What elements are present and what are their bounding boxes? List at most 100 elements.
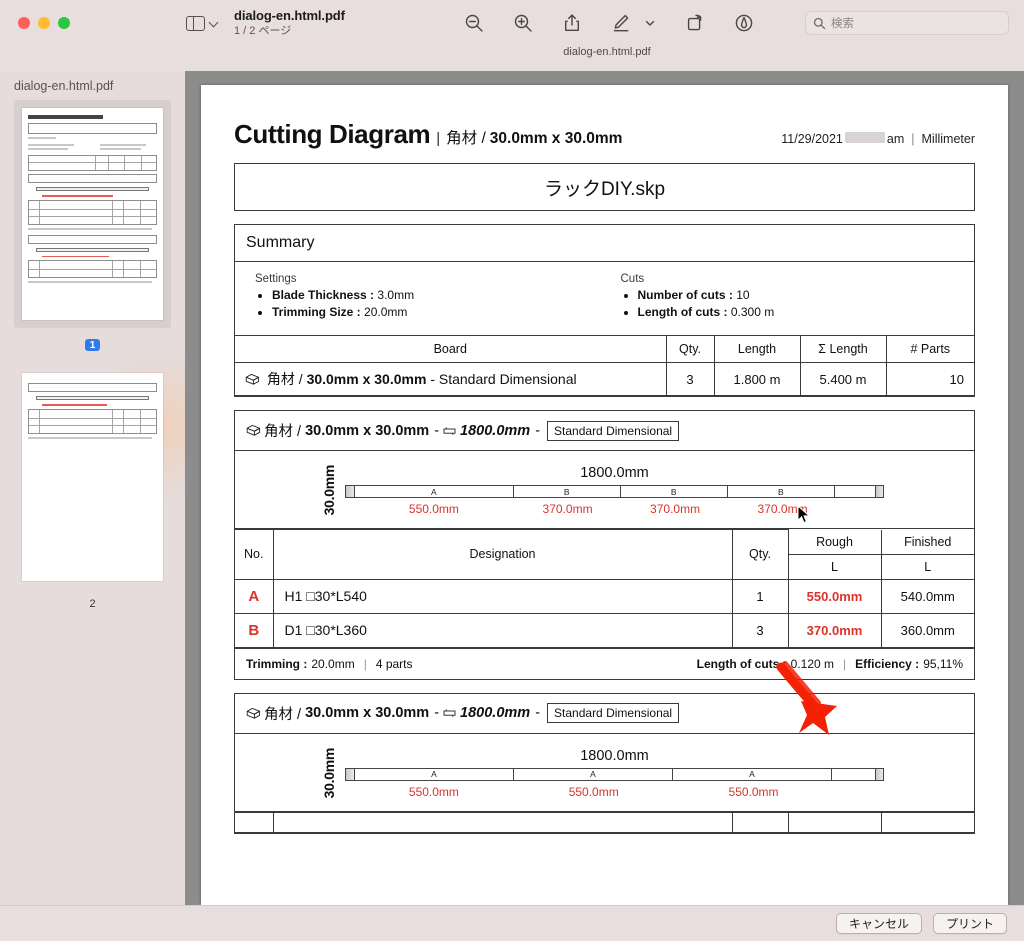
- setting-label: Blade Thickness :: [272, 288, 375, 302]
- sidebar-toggle-button[interactable]: [186, 15, 218, 31]
- parts-table-2: [235, 811, 974, 833]
- document-file-name: dialog-en.html.pdf: [234, 7, 345, 23]
- share-icon[interactable]: [561, 12, 583, 34]
- bar-segment: B: [513, 486, 621, 497]
- window-subtitle: dialog-en.html.pdf: [563, 46, 651, 58]
- thumbnail-page-number: 1: [84, 339, 101, 351]
- column-header-parts: # Parts: [885, 335, 974, 363]
- column-header-board: Board: [235, 335, 667, 363]
- minimize-window-button[interactable]: [38, 17, 50, 29]
- part-no-cell: A: [235, 578, 274, 614]
- zoom-out-icon[interactable]: [463, 12, 485, 34]
- segment-letter: A: [431, 486, 437, 497]
- bar-segment: B: [620, 486, 728, 497]
- search-input[interactable]: 検索: [805, 11, 1009, 35]
- parts-table-1: No. Designation Qty. Rough Finished L L …: [235, 529, 974, 648]
- part-no-cell: B: [235, 612, 274, 648]
- column-subheader-rough-l: L: [787, 553, 882, 580]
- pdf-viewport[interactable]: Cutting Diagram | 角材 / 30.0mm x 30.0mm 1…: [185, 71, 1024, 905]
- part-qty-cell: 3: [731, 612, 789, 648]
- toolbar-icon-group: [463, 12, 755, 34]
- zoom-in-icon[interactable]: [512, 12, 534, 34]
- board-name-cell: 角材 / 30.0mm x 30.0mm - Standard Dimensio…: [235, 362, 667, 396]
- maximize-window-button[interactable]: [58, 17, 70, 29]
- document-date: 11/29/2021: [781, 132, 843, 146]
- markup-pen-icon[interactable]: [610, 12, 632, 34]
- settings-heading: Settings: [255, 273, 297, 285]
- summary-settings-column: Settings Blade Thickness : 3.0mm Trimmin…: [235, 273, 609, 322]
- summary-cuts-column: Cuts Number of cuts : 10 Length of cuts …: [609, 273, 975, 322]
- segment-letter: B: [563, 486, 570, 497]
- segment-length-label: 550.0mm: [408, 784, 459, 799]
- section-dash: -: [535, 705, 541, 721]
- print-button[interactable]: プリント: [932, 913, 1007, 934]
- window-subtitle-bar: dialog-en.html.pdf: [0, 46, 1024, 71]
- annotate-icon[interactable]: [733, 12, 755, 34]
- board-parts-cell: 10: [885, 362, 974, 396]
- cancel-button[interactable]: キャンセル: [835, 913, 922, 934]
- segment-letter: A: [431, 769, 437, 779]
- cutting-section-header: 角材 / 30.0mm x 30.0mm - 1800.0mm - Standa…: [235, 694, 974, 734]
- dialog-footer: キャンセル プリント: [0, 905, 1024, 941]
- part-rough-cell: 550.0mm: [787, 578, 882, 614]
- thumbnail-item-1[interactable]: 1: [0, 100, 185, 353]
- search-placeholder: 検索: [831, 18, 854, 30]
- column-header-designation: Designation: [272, 529, 733, 580]
- column-header-designation: [272, 811, 733, 833]
- setting-value: 20.0mm: [364, 305, 408, 319]
- column-header-qty: Qty.: [665, 335, 715, 363]
- segment-length-label: 370.0mm: [757, 502, 808, 516]
- pdf-preview-window: dialog-en.html.pdf 1 / 2 ページ 検索 dialog-e…: [0, 0, 1024, 941]
- search-icon: [813, 17, 826, 30]
- diagram-inner: 30.0mm 1800.0mm A A A 550.0mm 550.0mm 55…: [235, 748, 974, 799]
- board-material: 角材 /: [266, 371, 303, 387]
- thumbnail-page-preview: [22, 373, 163, 581]
- bar-offcut: [831, 768, 876, 780]
- part-finished-cell: 360.0mm: [880, 612, 974, 648]
- board-summary-table: Board Qty. Length Σ Length # Parts 角材 / …: [235, 335, 974, 396]
- bar-trim-right: [876, 486, 883, 497]
- cutting-section-header: 角材 / 30.0mm x 30.0mm - 1800.0mm - Standa…: [235, 411, 974, 451]
- column-header-no: No.: [235, 529, 274, 580]
- cutting-diagram-1: 30.0mm 1800.0mm A B B B 550.0mm 370.0mm …: [235, 451, 974, 529]
- summary-panel: Summary Settings Blade Thickness : 3.0mm…: [234, 224, 975, 397]
- thumbnail-item-2[interactable]: 2: [0, 365, 185, 612]
- diagram-inner: 30.0mm 1800.0mm A B B B 550.0mm 370.0mm …: [235, 465, 974, 516]
- footer-divider: |: [843, 656, 847, 671]
- section-dimensions: 30.0mm x 30.0mm: [305, 422, 430, 439]
- traffic-light-group: [18, 17, 170, 29]
- column-header-qty: Qty.: [731, 529, 789, 580]
- section-dash: -: [535, 422, 541, 439]
- column-header-sum-length: Σ Length: [799, 335, 887, 363]
- chevron-down-icon: [209, 19, 218, 28]
- bar-segment: A: [355, 768, 514, 780]
- board-bar: A B B B: [345, 485, 884, 498]
- section-material: 角材 /: [264, 706, 302, 723]
- section-material: 角材 /: [264, 424, 302, 440]
- column-header-rough: Rough: [787, 529, 882, 555]
- board-length-icon: [443, 426, 456, 436]
- column-header-qty: [731, 811, 789, 833]
- table-header-row: Board Qty. Length Σ Length # Parts: [235, 335, 974, 363]
- bar-segment: A: [355, 486, 514, 497]
- close-window-button[interactable]: [18, 17, 30, 29]
- diagram-labels: 550.0mm 370.0mm 370.0mm 370.0mm: [345, 502, 884, 516]
- markup-chevron-down-icon[interactable]: [643, 12, 657, 34]
- diagram-main: 1800.0mm A B B B 550.0mm 370.0mm 370.0mm…: [345, 465, 884, 516]
- table-header-row: [235, 811, 974, 833]
- thumbnail-page-number: 2: [89, 598, 96, 610]
- table-row: 角材 / 30.0mm x 30.0mm - Standard Dimensio…: [235, 362, 974, 396]
- segment-length-label: 550.0mm: [408, 502, 459, 516]
- project-file-name: ラックDIY.skp: [543, 178, 666, 200]
- cut-label: Number of cuts :: [637, 288, 733, 302]
- efficiency-value: 95,11%: [923, 656, 963, 671]
- list-item: Number of cuts : 10: [638, 288, 975, 302]
- settings-list: Blade Thickness : 3.0mm Trimming Size : …: [255, 288, 609, 319]
- cutting-diagram-2: 30.0mm 1800.0mm A A A 550.0mm 550.0mm 55…: [235, 734, 974, 812]
- summary-body: Settings Blade Thickness : 3.0mm Trimmin…: [235, 262, 974, 335]
- rotate-icon[interactable]: [684, 12, 706, 34]
- cuts-length-value: 0.120 m: [790, 656, 835, 671]
- thumbnail-sidebar[interactable]: dialog-en.html.pdf 1 2: [0, 71, 185, 905]
- part-qty-cell: 1: [731, 578, 789, 614]
- setting-label: Trimming Size :: [272, 305, 361, 319]
